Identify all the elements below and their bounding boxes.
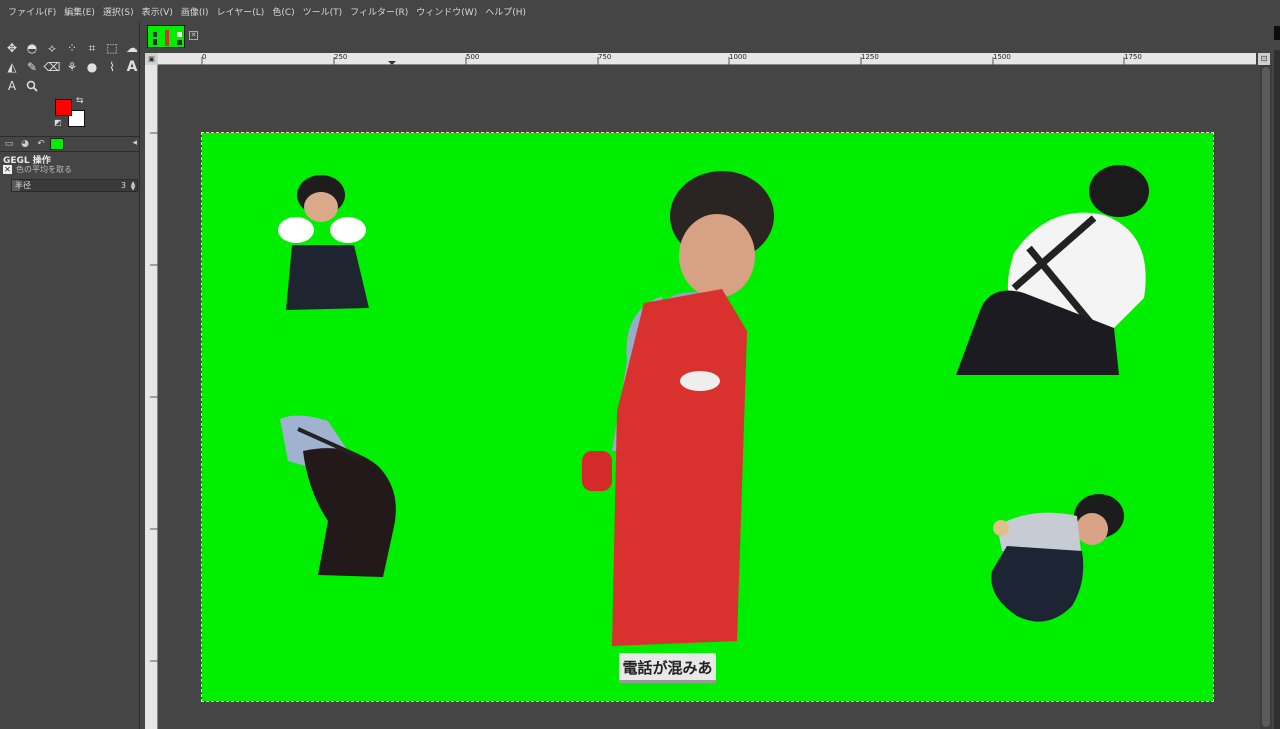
radius-spin-scale[interactable]: 半径 3 ▲ ▼: [11, 179, 138, 192]
ruler-ticks: [150, 132, 158, 662]
thumb-figure: [165, 30, 169, 46]
toolbox: ✥ ◓ ⟡ ⁘ ⌗ ⬚ ☁ ◭ ✎ ⌫ ⚘ ● ⌇ A A ⇆ ◩ ▭ ◕ ↶ …: [0, 22, 140, 729]
text-tool-icon[interactable]: A: [122, 57, 142, 76]
free-select-icon[interactable]: ⟡: [42, 38, 62, 57]
menu-image[interactable]: 画像(I): [177, 5, 213, 18]
dock-menu-icon[interactable]: ◂: [132, 138, 137, 148]
image-tab-thumbnail[interactable]: [147, 25, 185, 48]
radius-label: 半径: [15, 181, 31, 190]
tool-row-1: ✥ ◓ ⟡ ⁘ ⌗ ⬚ ☁: [2, 38, 142, 57]
right-dock-edge: [1274, 50, 1280, 729]
paths-icon[interactable]: ⌇: [102, 57, 122, 76]
menu-colors[interactable]: 色(C): [268, 5, 298, 18]
menu-help[interactable]: ヘルプ(H): [481, 5, 530, 18]
bucket-fill-icon[interactable]: ◭: [2, 57, 22, 76]
tool-row-2: ◭ ✎ ⌫ ⚘ ● ⌇ A: [2, 57, 142, 76]
paintbrush-icon[interactable]: ✎: [22, 57, 42, 76]
panel-indicator: [1274, 26, 1280, 40]
thumb-figure: [177, 32, 182, 37]
foreground-color-swatch[interactable]: [55, 99, 72, 116]
smudge-icon[interactable]: ●: [82, 57, 102, 76]
crop-icon[interactable]: ⌗: [82, 38, 102, 57]
clone-icon[interactable]: ⚘: [62, 57, 82, 76]
close-tab-icon[interactable]: ✕: [189, 31, 198, 40]
tool-options-tab-icon[interactable]: ▭: [2, 138, 16, 150]
ellipse-select-icon[interactable]: ◓: [22, 38, 42, 57]
person-figure: [582, 171, 774, 646]
image-tabs-bar: ✕: [141, 22, 1280, 50]
images-tab-icon[interactable]: [50, 138, 64, 150]
person-figure: [280, 415, 396, 577]
thumb-figure: [153, 32, 157, 37]
eraser-icon[interactable]: ⌫: [42, 57, 62, 76]
subtitle-caption: 電話が混みあ: [619, 653, 716, 683]
gegl-operation-label: 色の平均を取る: [16, 165, 72, 174]
menu-layer[interactable]: レイヤー(L): [213, 5, 269, 18]
person-figure: [956, 165, 1149, 375]
thumb-figure: [177, 40, 182, 45]
swap-colors-icon[interactable]: ⇆: [76, 96, 84, 106]
menu-select[interactable]: 選択(S): [99, 5, 138, 18]
menu-view[interactable]: 表示(V): [138, 5, 177, 18]
ruler-corner-button[interactable]: ▣: [145, 53, 158, 65]
scrollbar-thumb[interactable]: [1262, 67, 1270, 727]
vertical-scrollbar[interactable]: [1260, 65, 1272, 729]
thumb-figure: [153, 39, 157, 45]
radius-value: 3: [120, 181, 126, 190]
menu-tools[interactable]: ツール(T): [299, 5, 347, 18]
devices-tab-icon[interactable]: ◕: [18, 138, 32, 150]
gegl-operation-row: ✕ 色の平均を取る: [3, 164, 72, 175]
person-figure: [278, 175, 369, 310]
measure-icon[interactable]: A: [2, 76, 22, 95]
transform-icon[interactable]: ⬚: [102, 38, 122, 57]
zoom-toggle-icon[interactable]: ⊡: [1258, 53, 1270, 65]
canvas-area[interactable]: 電話が混みあ: [158, 65, 1256, 729]
menu-edit[interactable]: 編集(E): [60, 5, 99, 18]
zoom-icon[interactable]: [22, 76, 42, 95]
menu-file[interactable]: ファイル(F): [4, 5, 60, 18]
vertical-ruler[interactable]: [145, 65, 158, 729]
horizontal-ruler[interactable]: 0 250 500 750 1000 1250 1500 1750: [158, 53, 1256, 65]
menu-bar: ファイル(F) 編集(E) 選択(S) 表示(V) 画像(I) レイヤー(L) …: [0, 0, 1280, 22]
warp-icon[interactable]: ☁: [122, 38, 142, 57]
ruler-ticks: [201, 57, 1125, 65]
undo-history-tab-icon[interactable]: ↶: [34, 138, 48, 150]
reset-colors-icon[interactable]: ◩: [54, 118, 62, 127]
close-icon[interactable]: ✕: [3, 165, 12, 174]
tool-row-3: A: [2, 76, 42, 95]
spin-arrows-icon[interactable]: ▲ ▼: [129, 180, 137, 191]
menu-filters[interactable]: フィルター(R): [346, 5, 412, 18]
image-canvas[interactable]: 電話が混みあ: [201, 132, 1214, 702]
menu-windows[interactable]: ウィンドウ(W): [412, 5, 481, 18]
dock-tabs: ▭ ◕ ↶ ◂: [0, 136, 140, 152]
person-figure: [991, 494, 1124, 622]
fuzzy-select-icon[interactable]: ⁘: [62, 38, 82, 57]
move-tool-icon[interactable]: ✥: [2, 38, 22, 57]
